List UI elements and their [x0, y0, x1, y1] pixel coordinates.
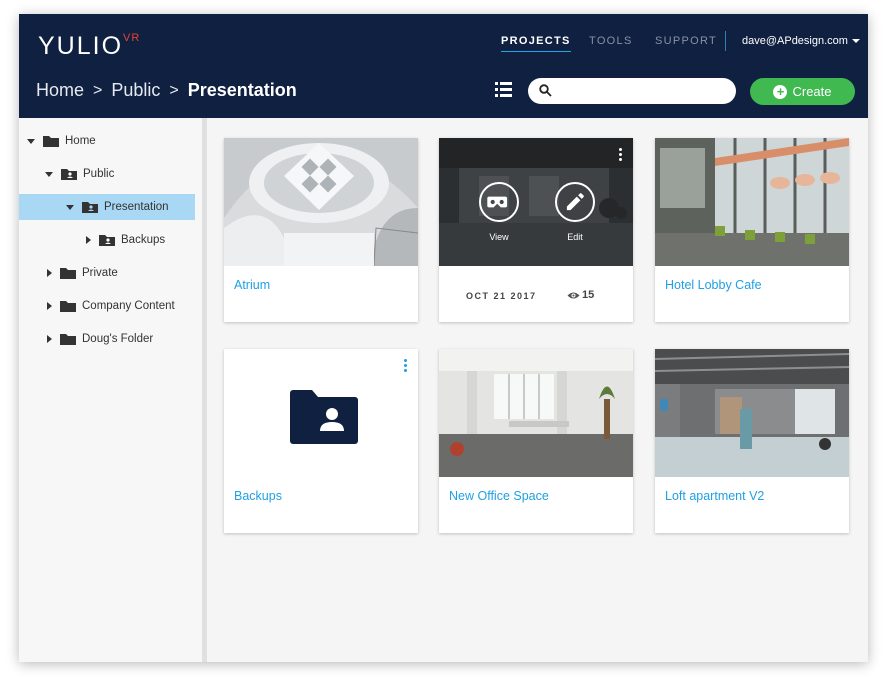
more-options-icon[interactable] — [619, 148, 623, 164]
folder-tree: Home Public Presentation Backups Private… — [19, 118, 202, 662]
shared-folder-icon — [290, 390, 358, 444]
folder-icon — [60, 268, 76, 279]
vr-headset-icon — [487, 196, 508, 208]
breadcrumb: Home > Public > Presentation — [36, 80, 297, 101]
view-label: View — [489, 232, 509, 242]
folder-card-backups[interactable]: Backups — [224, 349, 418, 533]
project-card-atrium[interactable]: Atrium — [224, 138, 418, 322]
create-label: Create — [792, 84, 832, 99]
tree-item-label: Public — [83, 168, 115, 180]
plus-icon: + — [773, 84, 788, 99]
edit-button[interactable] — [555, 182, 595, 222]
search-icon — [539, 84, 552, 97]
caret-down-icon[interactable] — [66, 204, 74, 210]
shared-folder-icon — [61, 169, 77, 180]
logo-sup: VR — [123, 31, 141, 44]
nav-tools[interactable]: TOOLS — [589, 35, 633, 47]
card-title[interactable]: New Office Space — [449, 489, 549, 503]
logo[interactable]: YULIOVR — [38, 32, 140, 61]
folder-icon — [60, 301, 76, 312]
tree-item-label: Home — [65, 135, 96, 147]
breadcrumb-separator: > — [93, 81, 103, 99]
search-box — [528, 78, 736, 104]
caret-right-icon[interactable] — [47, 335, 52, 343]
tree-item-public[interactable]: Public — [45, 161, 197, 187]
caret-right-icon[interactable] — [86, 236, 91, 244]
card-date: OCT 21 2017 — [466, 291, 537, 301]
top-header: YULIOVR PROJECTS TOOLS SUPPORT dave@APde… — [19, 14, 868, 118]
tree-item-dougs-folder[interactable]: Doug's Folder — [47, 326, 197, 352]
project-card-loft-apartment-v2[interactable]: Loft apartment V2 — [655, 349, 849, 533]
caret-right-icon[interactable] — [47, 269, 52, 277]
card-title[interactable]: Atrium — [234, 278, 270, 292]
create-button[interactable]: + Create — [750, 78, 855, 105]
tree-item-presentation[interactable]: Presentation — [19, 194, 195, 220]
tree-item-label: Private — [82, 267, 118, 279]
caret-down-icon[interactable] — [27, 138, 35, 144]
atrium-thumbnail — [224, 138, 418, 266]
loft-thumbnail — [655, 349, 849, 477]
list-view-icon[interactable] — [495, 82, 512, 97]
vr-view-button[interactable] — [479, 182, 519, 222]
breadcrumb-separator: > — [169, 81, 179, 99]
pencil-icon — [566, 193, 584, 211]
card-title[interactable]: Hotel Lobby Cafe — [665, 278, 762, 292]
caret-down-icon[interactable] — [45, 171, 53, 177]
breadcrumb-public[interactable]: Public — [111, 80, 160, 101]
project-card-new-office-space[interactable]: New Office Space — [439, 349, 633, 533]
breadcrumb-current: Presentation — [187, 80, 297, 100]
user-menu[interactable]: dave@APdesign.com — [742, 35, 860, 47]
tree-item-home[interactable]: Home — [27, 128, 197, 154]
search-input[interactable] — [558, 82, 728, 100]
folder-icon — [43, 136, 59, 147]
tree-item-label: Presentation — [104, 201, 169, 213]
shared-folder-icon — [99, 235, 115, 246]
nav-projects[interactable]: PROJECTS — [501, 35, 571, 52]
caret-right-icon[interactable] — [47, 302, 52, 310]
chevron-down-icon — [851, 39, 860, 44]
folder-icon — [60, 334, 76, 345]
office-thumbnail — [439, 349, 633, 477]
card-title[interactable]: Loft apartment V2 — [665, 489, 764, 503]
tree-item-company-content[interactable]: Company Content — [47, 293, 197, 319]
more-options-icon[interactable] — [404, 359, 408, 375]
view-count: 15 — [582, 289, 595, 301]
tree-item-private[interactable]: Private — [47, 260, 197, 286]
project-card-hotel-lobby-cafe[interactable]: Hotel Lobby Cafe — [655, 138, 849, 322]
sidebar-divider — [202, 118, 207, 662]
shared-folder-icon — [82, 202, 98, 213]
tree-item-label: Company Content — [82, 300, 175, 312]
card-hover-overlay — [439, 138, 633, 266]
logo-text: YULIO — [38, 32, 124, 60]
edit-label: Edit — [567, 232, 583, 242]
card-title[interactable]: Backups — [234, 489, 282, 503]
tree-item-label: Doug's Folder — [82, 333, 154, 345]
project-card-hovered[interactable]: View Edit OCT 21 2017 15 — [439, 138, 633, 322]
hotel-lobby-thumbnail — [655, 138, 849, 266]
tree-item-backups[interactable]: Backups — [86, 227, 196, 253]
app-window: YULIOVR PROJECTS TOOLS SUPPORT dave@APde… — [19, 14, 868, 662]
nav-divider — [725, 31, 726, 51]
tree-item-label: Backups — [121, 234, 166, 246]
breadcrumb-home[interactable]: Home — [36, 80, 84, 101]
user-email: dave@APdesign.com — [742, 35, 848, 47]
nav-support[interactable]: SUPPORT — [655, 35, 717, 47]
eye-icon — [567, 292, 580, 299]
